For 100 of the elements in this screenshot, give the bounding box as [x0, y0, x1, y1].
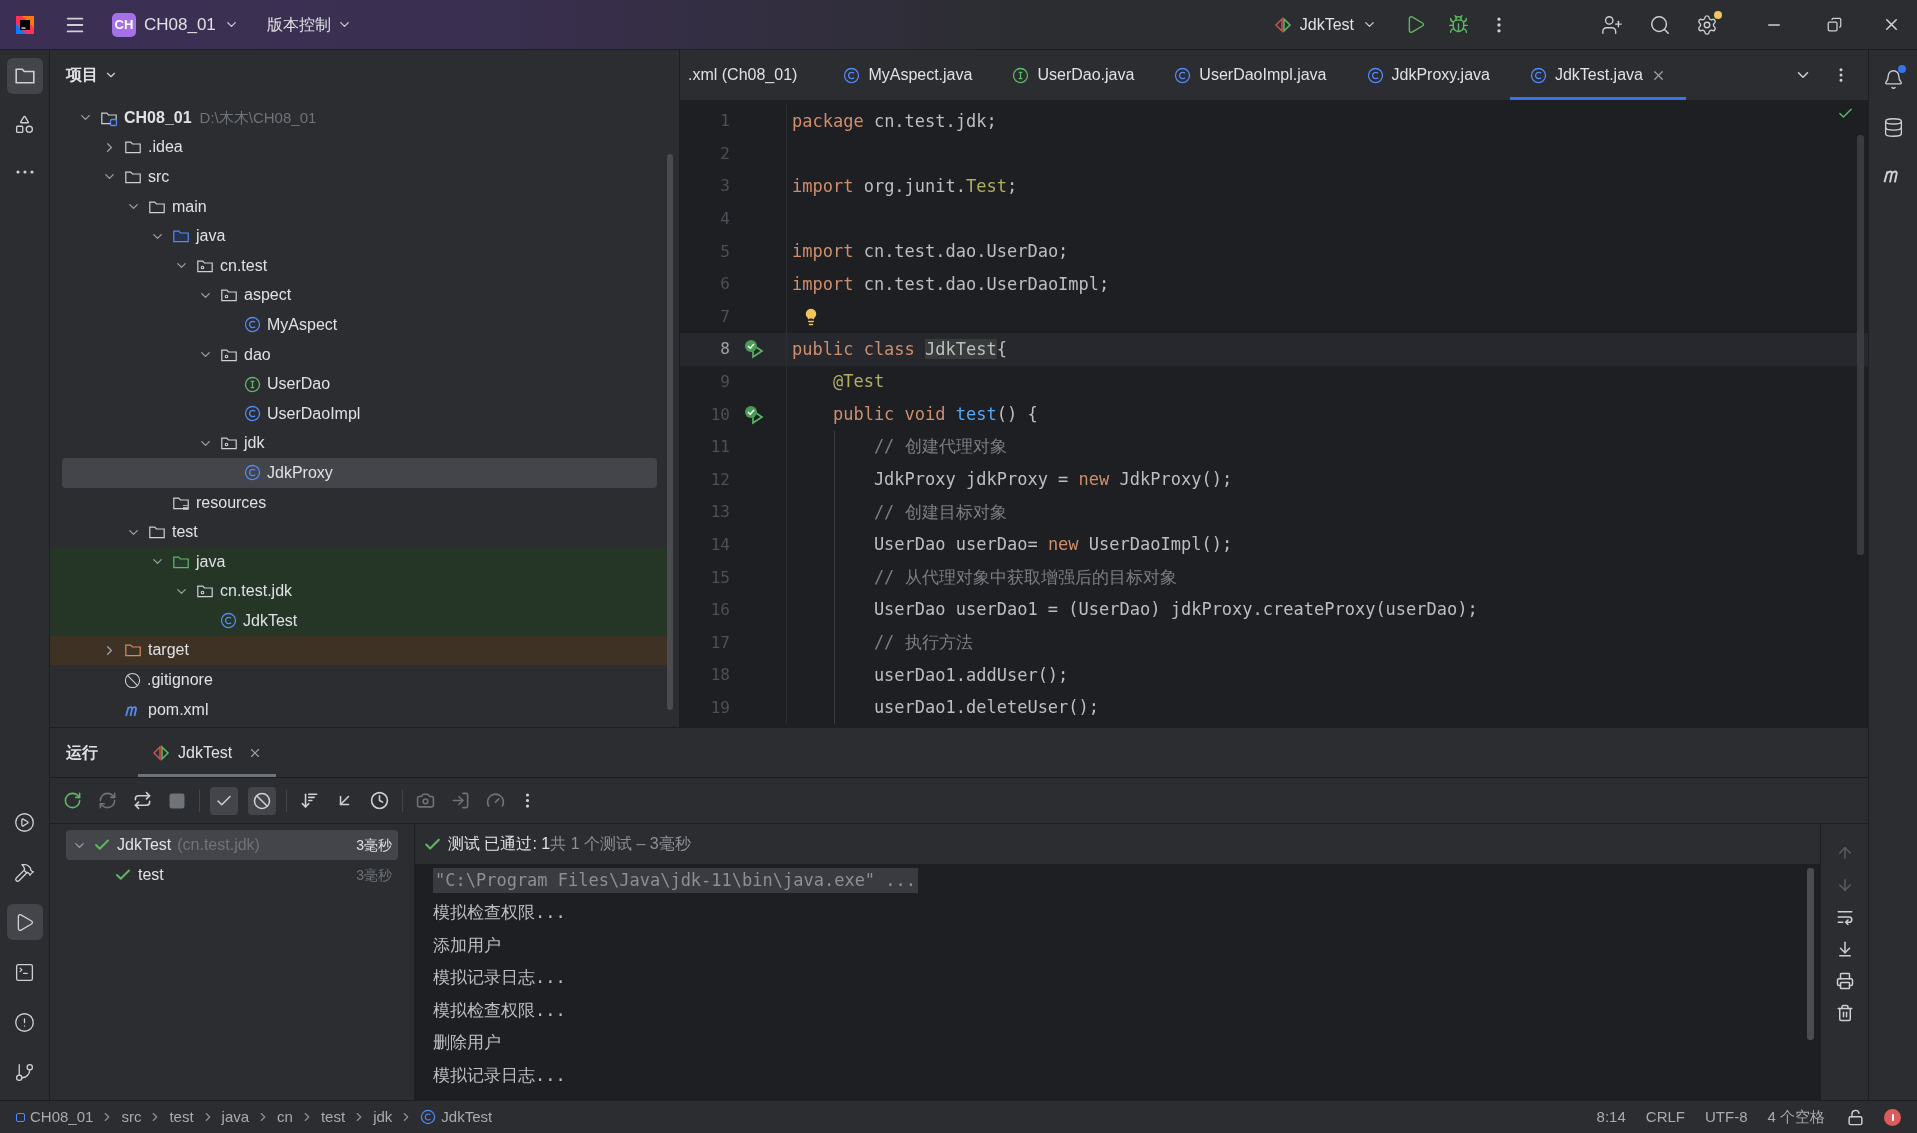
tree-item-label: MyAspect — [267, 314, 338, 335]
tree-item[interactable]: test — [62, 517, 657, 547]
editor-tab[interactable]: JdkTest.java — [1509, 50, 1686, 100]
run-tool-button[interactable] — [6, 904, 43, 940]
show-passed-toggle[interactable] — [210, 786, 238, 815]
tree-item-label: java — [196, 551, 226, 572]
breadcrumb[interactable]: src — [121, 1105, 142, 1129]
project-panel-title[interactable]: 项目 — [66, 63, 118, 87]
project-tool-button[interactable] — [6, 58, 43, 94]
tree-item[interactable]: .idea — [62, 132, 657, 163]
camera-icon[interactable] — [416, 791, 435, 810]
tree-item[interactable]: UserDaoImpl — [62, 398, 657, 429]
line-number: 8 — [719, 338, 730, 361]
project-switcher[interactable]: CH CH08_01 — [112, 11, 239, 38]
problems-icon — [14, 1011, 35, 1033]
caret-position[interactable]: 8:14 — [1596, 1105, 1626, 1129]
tree-item-label: test — [172, 522, 198, 543]
soft-wrap-icon[interactable] — [1835, 908, 1854, 926]
breadcrumb[interactable]: java — [221, 1105, 250, 1129]
run-config-selector[interactable]: JdkTest — [1273, 12, 1377, 37]
debug-icon[interactable] — [1448, 14, 1469, 35]
hammer-icon — [14, 861, 35, 883]
clock-icon[interactable] — [370, 791, 389, 810]
tree-item-label: UserDaoImpl — [267, 403, 361, 424]
tree-item-label: cn.test.jdk — [220, 581, 293, 602]
indent-setting[interactable]: 4 个空格 — [1767, 1105, 1825, 1129]
editor-tab[interactable]: UserDaoImpl.java — [1154, 50, 1347, 100]
tree-item[interactable]: MyAspect — [62, 310, 657, 340]
breadcrumb[interactable]: jdk — [373, 1105, 393, 1129]
tree-item[interactable]: src — [62, 162, 657, 192]
tree-item[interactable]: UserDao — [62, 369, 657, 399]
tree-item[interactable]: java — [62, 221, 657, 251]
breadcrumb[interactable]: JdkTest — [420, 1105, 493, 1129]
tab-label: UserDaoImpl.java — [1199, 65, 1327, 85]
tab-label: JdkProxy.java — [1391, 65, 1490, 85]
show-ignored-toggle[interactable] — [248, 786, 276, 815]
code-line: @Test — [831, 370, 885, 394]
run-test-passed-icon[interactable] — [744, 339, 766, 360]
settings-icon[interactable] — [1696, 13, 1718, 36]
editor-tab[interactable]: MyAspect.java — [823, 50, 993, 100]
error-icon[interactable] — [1884, 1108, 1901, 1126]
breadcrumb[interactable]: test — [169, 1105, 194, 1129]
ignore-file-icon — [124, 671, 141, 689]
database-icon — [1882, 116, 1904, 138]
run-config-icon — [152, 744, 170, 761]
tree-item[interactable]: resources — [62, 487, 657, 518]
interface-icon — [244, 375, 261, 393]
rerun-icon[interactable] — [63, 791, 82, 810]
console-output: 模拟检查权限... — [433, 998, 566, 1022]
test-tree-item[interactable]: test 3毫秒 — [66, 860, 398, 890]
editor-scrollbar[interactable] — [1857, 135, 1864, 555]
test-summary: 测试 已通过: 1 — [448, 834, 551, 854]
vcs-menu[interactable]: 版本控制 — [266, 12, 352, 37]
scrollbar[interactable] — [667, 154, 673, 710]
line-separator[interactable]: CRLF — [1645, 1105, 1685, 1129]
print-icon[interactable] — [1835, 972, 1854, 990]
search-icon[interactable] — [1649, 13, 1671, 36]
stop-icon[interactable] — [168, 791, 186, 810]
tree-item[interactable]: .gitignore — [62, 665, 657, 695]
run-test-passed-icon[interactable] — [744, 404, 766, 425]
tree-item[interactable]: dao — [62, 339, 657, 370]
editor-tab[interactable]: JdkProxy.java — [1346, 50, 1510, 100]
class-icon — [420, 1109, 437, 1125]
tree-item[interactable]: cn.test — [62, 250, 657, 281]
console-output: 模拟检查权限... — [433, 901, 566, 924]
code-line: import cn.test.dao.UserDaoImpl; — [792, 272, 1110, 296]
editor-tab[interactable]: .xml (Ch08_01) — [680, 50, 824, 100]
tree-item-label: dao — [244, 344, 271, 365]
tree-item-label: JdkProxy — [267, 462, 333, 483]
restore-icon[interactable] — [1827, 17, 1842, 32]
trash-icon[interactable] — [1835, 1004, 1854, 1022]
class-icon — [244, 405, 261, 423]
sort-icon[interactable] — [300, 791, 319, 810]
tree-item[interactable]: pom.xml — [62, 694, 657, 725]
breadcrumb[interactable]: test — [320, 1105, 346, 1129]
project-badge: CH — [112, 12, 136, 37]
interface-icon — [1012, 66, 1030, 84]
test-duration: 3毫秒 — [356, 835, 392, 855]
tree-item[interactable]: CH08_01 D:\木木\CH08_01 — [62, 103, 657, 133]
tree-item[interactable]: jdk — [62, 428, 657, 459]
console-output: 删除用户 — [433, 1031, 501, 1054]
tree-item-label: .gitignore — [147, 670, 213, 691]
tree-item[interactable]: aspect — [62, 280, 657, 311]
rerun-failed-icon[interactable] — [98, 791, 117, 810]
code-line: userDao1.deleteUser(); — [872, 696, 1100, 720]
import-icon[interactable] — [451, 791, 470, 810]
console-output: 模拟记录日志... — [433, 966, 566, 989]
code-line: // 创建代理对象 — [872, 435, 1007, 459]
tree-item[interactable]: JdkProxy — [62, 458, 657, 488]
console-scrollbar[interactable] — [1807, 868, 1814, 1040]
run-tab[interactable]: JdkTest — [138, 728, 277, 777]
editor-tab[interactable]: UserDao.java — [992, 50, 1155, 100]
add-user-icon[interactable] — [1601, 13, 1623, 36]
breadcrumb[interactable]: cn — [277, 1105, 293, 1129]
unlock-icon[interactable] — [1847, 1108, 1864, 1126]
gauge-icon[interactable] — [486, 791, 505, 810]
breadcrumb[interactable]: CH08_01 — [16, 1105, 94, 1129]
tree-item[interactable]: main — [62, 191, 657, 222]
structure-icon — [14, 113, 35, 135]
file-encoding[interactable]: UTF-8 — [1705, 1105, 1748, 1129]
